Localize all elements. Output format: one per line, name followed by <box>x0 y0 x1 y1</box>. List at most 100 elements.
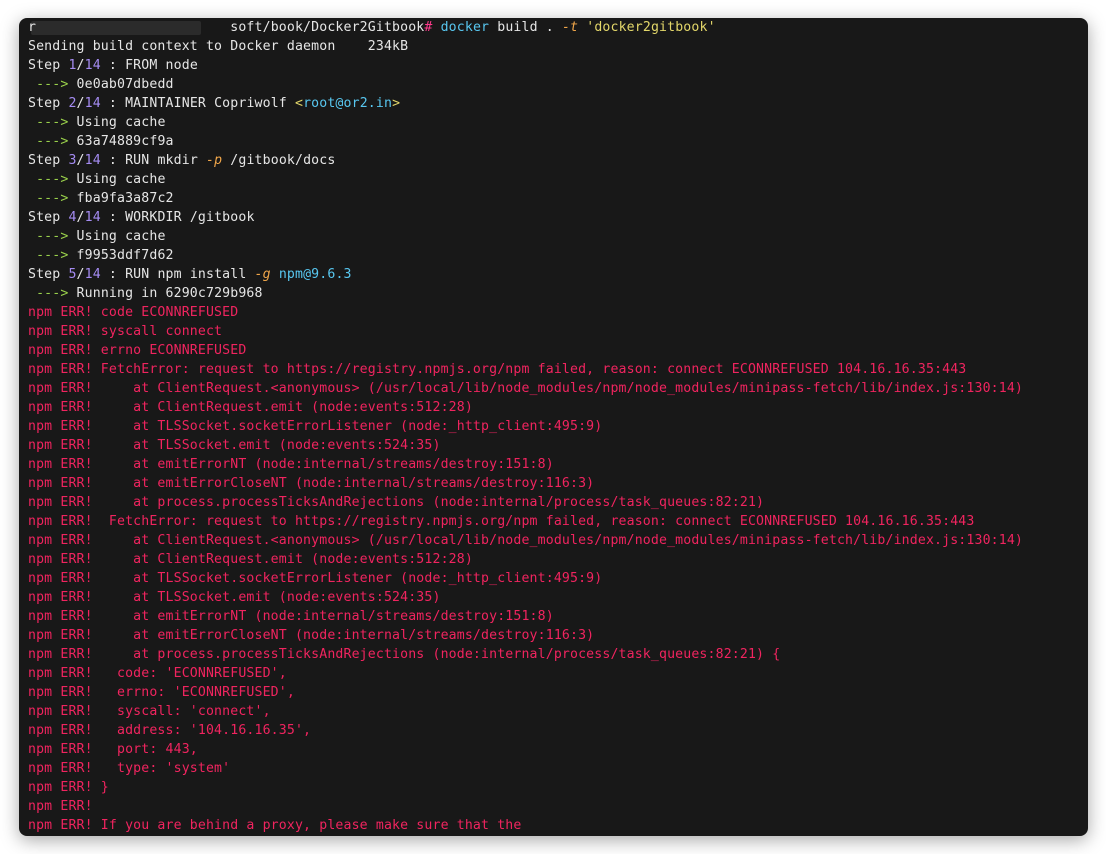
output-segment: npm ERR! at emitErrorNT (node:internal/s… <box>28 457 554 472</box>
output-segment: npm@9.6.3 <box>278 267 352 282</box>
output-line: ---> Using cache <box>28 170 1082 189</box>
output-segment: npm ERR! at process.processTicksAndRejec… <box>28 647 781 662</box>
output-segment: npm ERR! errno: 'ECONNREFUSED', <box>28 685 295 700</box>
output-segment: 3 <box>68 153 77 168</box>
output-segment: 63a74889cf9a <box>76 134 174 149</box>
output-line: npm ERR! FetchError: request to https://… <box>28 512 1082 531</box>
output-segment: npm ERR! } <box>28 780 109 795</box>
output-line: npm ERR! at process.processTicksAndRejec… <box>28 493 1082 512</box>
output-segment: Step <box>28 96 69 111</box>
output-line: ---> Using cache <box>28 227 1082 246</box>
output-segment: 0e0ab07dbedd <box>76 77 174 92</box>
prompt-path: soft/book/Docker2Gitbook <box>230 20 425 35</box>
prompt-tag: 'docker2gitbook' <box>586 20 716 35</box>
output-line: npm ERR! at TLSSocket.emit (node:events:… <box>28 436 1082 455</box>
output-segment: ---> <box>28 286 77 301</box>
output-segment: npm ERR! code ECONNREFUSED <box>28 305 239 320</box>
output-segment: npm ERR! syscall connect <box>28 324 223 339</box>
output-line: npm ERR! at ClientRequest.emit (node:eve… <box>28 398 1082 417</box>
output-segment: 4 <box>68 210 77 225</box>
output-line: Step 3/14 : RUN mkdir -p /gitbook/docs <box>28 151 1082 170</box>
output-line: npm ERR! code: 'ECONNREFUSED', <box>28 664 1082 683</box>
output-segment <box>271 267 279 282</box>
output-segment: npm ERR! port: 443, <box>28 742 198 757</box>
output-segment: -g <box>254 267 271 282</box>
output-segment: npm ERR! If you are behind a proxy, plea… <box>28 818 522 833</box>
output-line: npm ERR! type: 'system' <box>28 759 1082 778</box>
output-segment: Step <box>28 267 69 282</box>
output-segment: npm ERR! at ClientRequest.<anonymous> (/… <box>28 533 1024 548</box>
output-line: npm ERR! at TLSSocket.emit (node:events:… <box>28 588 1082 607</box>
output-segment: : FROM node <box>100 58 198 73</box>
output-segment: Using cache <box>76 172 166 187</box>
prompt-user-marker: r <box>28 20 37 35</box>
output-segment: npm ERR! at emitErrorNT (node:internal/s… <box>28 609 554 624</box>
output-segment: npm ERR! syscall: 'connect', <box>28 704 271 719</box>
output-line: ---> Using cache <box>28 113 1082 132</box>
output-segment: npm ERR! at ClientRequest.emit (node:eve… <box>28 400 473 415</box>
output-segment: npm ERR! FetchError: request to https://… <box>28 362 967 377</box>
output-segment: > <box>392 96 401 111</box>
output-segment: / <box>76 153 85 168</box>
output-segment: 5 <box>68 267 77 282</box>
output-segment: npm ERR! code: 'ECONNREFUSED', <box>28 666 287 681</box>
output-segment: npm ERR! FetchError: request to https://… <box>28 514 975 529</box>
prompt-args: build . <box>489 20 562 35</box>
output-line: npm ERR! } <box>28 778 1082 797</box>
output-segment: npm ERR! at emitErrorCloseNT (node:inter… <box>28 628 595 643</box>
output-line: npm ERR! at ClientRequest.<anonymous> (/… <box>28 379 1082 398</box>
output-segment: ---> <box>28 191 77 206</box>
output-segment: ---> <box>28 172 77 187</box>
output-segment: npm ERR! at ClientRequest.emit (node:eve… <box>28 552 473 567</box>
prompt-line: r soft/book/Docker2Gitbook# docker build… <box>28 18 1082 37</box>
output-segment: < <box>294 96 304 111</box>
output-segment: ---> <box>28 77 77 92</box>
output-line: Step 4/14 : WORKDIR /gitbook <box>28 208 1082 227</box>
output-line: npm ERR! at ClientRequest.emit (node:eve… <box>28 550 1082 569</box>
output-segment: 1 <box>68 58 77 73</box>
output-segment: npm ERR! at ClientRequest.<anonymous> (/… <box>28 381 1024 396</box>
output-segment: ---> <box>28 134 77 149</box>
output-segment: Step <box>28 153 69 168</box>
output-segment: 14 <box>84 96 101 111</box>
output-line: ---> 63a74889cf9a <box>28 132 1082 151</box>
output-line: npm ERR! FetchError: request to https://… <box>28 360 1082 379</box>
output-line: npm ERR! at emitErrorCloseNT (node:inter… <box>28 474 1082 493</box>
prompt-redacted <box>36 20 230 35</box>
output-segment: npm ERR! at process.processTicksAndRejec… <box>28 495 765 510</box>
output-segment: / <box>76 96 85 111</box>
output-line: npm ERR! If you are behind a proxy, plea… <box>28 816 1082 835</box>
output-line: ---> 0e0ab07dbedd <box>28 75 1082 94</box>
output-line: ---> fba9fa3a87c2 <box>28 189 1082 208</box>
output-segment: 14 <box>84 58 101 73</box>
output-line: ---> f9953ddf7d62 <box>28 246 1082 265</box>
terminal-output[interactable]: r soft/book/Docker2Gitbook# docker build… <box>28 18 1082 835</box>
output-segment: ---> <box>28 115 77 130</box>
output-line: npm ERR! at ClientRequest.<anonymous> (/… <box>28 531 1082 550</box>
output-segment: 14 <box>84 153 101 168</box>
output-segment: / <box>76 210 85 225</box>
output-segment: -p <box>206 153 223 168</box>
output-segment: npm ERR! at TLSSocket.socketErrorListene… <box>28 571 603 586</box>
output-segment: fba9fa3a87c2 <box>76 191 174 206</box>
output-line: npm ERR! at emitErrorCloseNT (node:inter… <box>28 626 1082 645</box>
output-line: npm ERR! syscall connect <box>28 322 1082 341</box>
output-segment: 2 <box>68 96 77 111</box>
output-line: npm ERR! at TLSSocket.socketErrorListene… <box>28 417 1082 436</box>
output-segment: Using cache <box>76 115 166 130</box>
output-segment: 14 <box>84 210 101 225</box>
output-line: npm ERR! at process.processTicksAndRejec… <box>28 645 1082 664</box>
output-segment: Using cache <box>76 229 166 244</box>
output-segment: /gitbook/docs <box>222 153 336 168</box>
output-segment: : MAINTAINER Copriwolf <box>100 96 295 111</box>
terminal-window[interactable]: r soft/book/Docker2Gitbook# docker build… <box>19 18 1088 836</box>
output-line: npm ERR! at emitErrorNT (node:internal/s… <box>28 455 1082 474</box>
output-segment: npm ERR! at emitErrorCloseNT (node:inter… <box>28 476 595 491</box>
output-line: npm ERR! errno: 'ECONNREFUSED', <box>28 683 1082 702</box>
output-segment: ---> <box>28 229 77 244</box>
prompt-symbol: # <box>424 20 433 35</box>
output-segment: : RUN mkdir <box>100 153 206 168</box>
output-segment: root@or2.in <box>303 96 393 111</box>
output-segment: npm ERR! at TLSSocket.emit (node:events:… <box>28 590 441 605</box>
